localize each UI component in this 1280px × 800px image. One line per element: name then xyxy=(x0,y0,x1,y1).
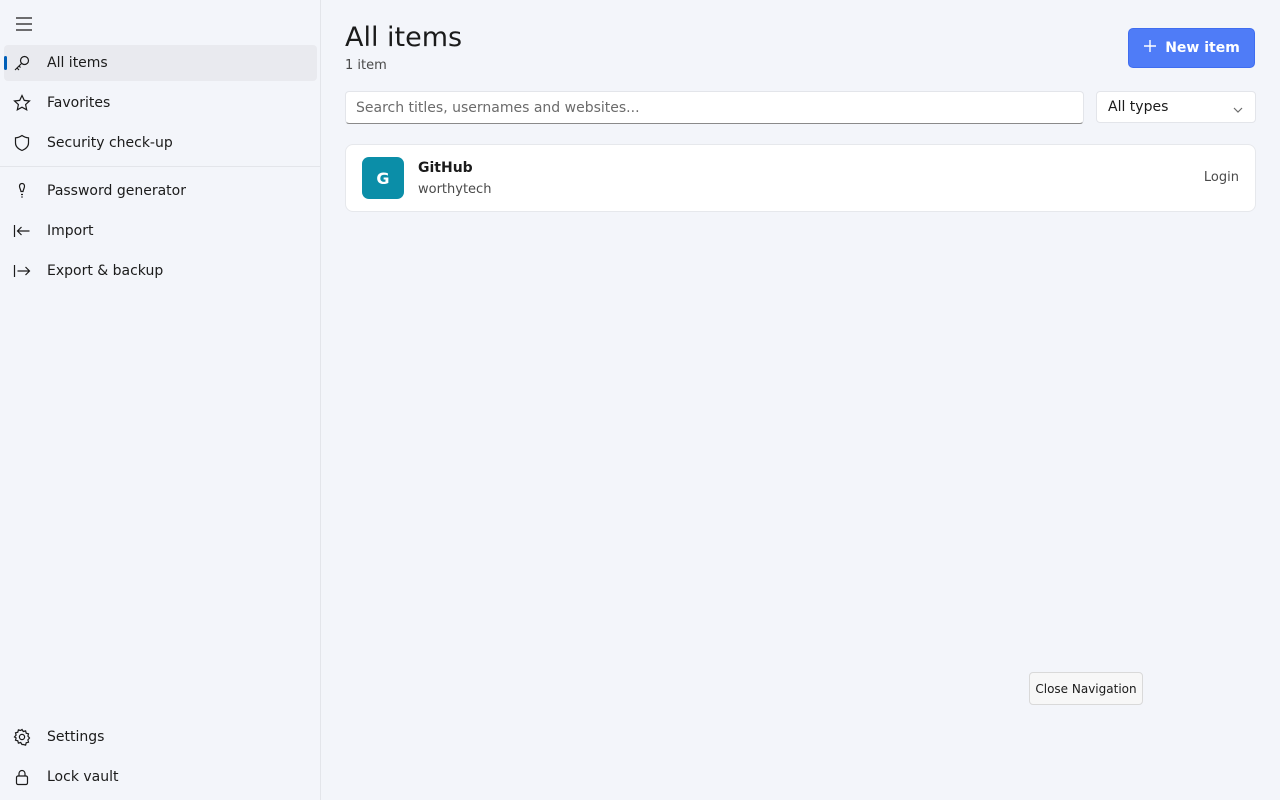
import-arrow-icon xyxy=(13,222,31,240)
main-content: All items 1 item New item All types G Gi… xyxy=(321,0,1280,800)
hamburger-icon[interactable] xyxy=(14,14,34,34)
new-item-button[interactable]: New item xyxy=(1128,28,1255,68)
sidebar-item-label: Export & backup xyxy=(47,263,164,279)
lightbulb-icon xyxy=(13,182,31,200)
item-username: worthytech xyxy=(418,182,492,197)
gear-icon xyxy=(13,728,31,746)
sidebar-item-label: Favorites xyxy=(47,95,111,111)
page-title: All items xyxy=(345,22,463,53)
type-filter-select[interactable]: All types xyxy=(1096,91,1256,123)
shield-icon xyxy=(13,134,31,152)
close-navigation-tooltip: Close Navigation xyxy=(1029,672,1143,705)
type-filter-value: All types xyxy=(1108,99,1169,115)
search-input[interactable] xyxy=(345,91,1084,124)
lock-icon xyxy=(13,768,31,786)
sidebar-divider xyxy=(0,166,320,167)
sidebar-item-settings[interactable]: Settings xyxy=(4,719,317,755)
sidebar-item-label: Settings xyxy=(47,729,105,745)
sidebar-item-label: Lock vault xyxy=(47,769,119,785)
sidebar-item-security-check-up[interactable]: Security check-up xyxy=(4,125,317,161)
star-icon xyxy=(13,94,31,112)
sidebar-item-all-items[interactable]: All items xyxy=(4,45,317,81)
sidebar-item-label: Import xyxy=(47,223,94,239)
sidebar-item-label: All items xyxy=(47,55,108,71)
sidebar-item-password-generator[interactable]: Password generator xyxy=(4,173,317,209)
export-arrow-icon xyxy=(13,262,31,280)
sidebar: All items Favorites Security check-up Pa… xyxy=(0,0,321,800)
sidebar-item-lock-vault[interactable]: Lock vault xyxy=(4,759,317,795)
sidebar-item-label: Security check-up xyxy=(47,135,173,151)
key-icon xyxy=(13,54,31,72)
sidebar-item-favorites[interactable]: Favorites xyxy=(4,85,317,121)
item-title: GitHub xyxy=(418,160,473,176)
chevron-down-icon xyxy=(1233,103,1243,119)
sidebar-item-label: Password generator xyxy=(47,183,186,199)
avatar: G xyxy=(362,157,404,199)
plus-icon xyxy=(1143,39,1157,57)
sidebar-item-export-backup[interactable]: Export & backup xyxy=(4,253,317,289)
item-count: 1 item xyxy=(345,58,387,73)
item-type: Login xyxy=(1203,170,1239,185)
sidebar-item-import[interactable]: Import xyxy=(4,213,317,249)
list-item[interactable]: G GitHub worthytech Login xyxy=(345,144,1256,212)
new-item-label: New item xyxy=(1165,40,1240,56)
